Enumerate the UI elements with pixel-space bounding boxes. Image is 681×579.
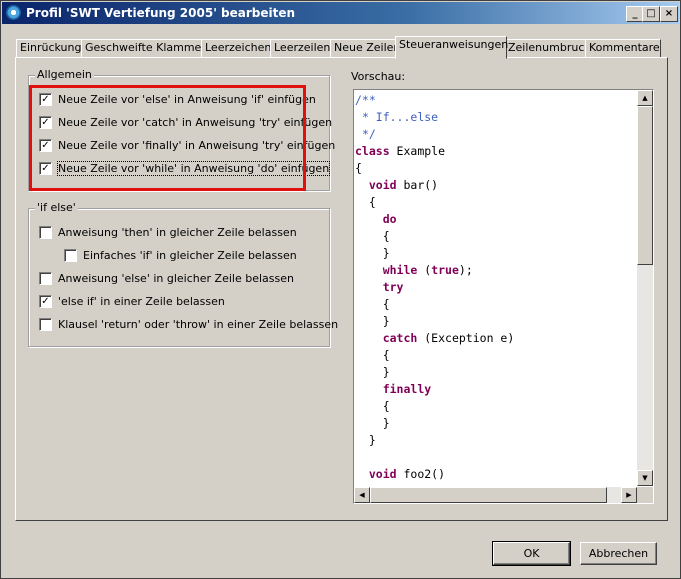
code-line: */: [355, 126, 514, 143]
window-title: Profil 'SWT Vertiefung 2005' bearbeiten: [26, 6, 296, 20]
title-bar[interactable]: Profil 'SWT Vertiefung 2005' bearbeiten …: [2, 2, 679, 24]
scroll-corner: [637, 487, 653, 503]
scroll-left-icon[interactable]: ◀: [354, 487, 370, 503]
code-token: void: [368, 467, 397, 481]
code-line: {: [355, 347, 514, 364]
code-token: do: [382, 212, 397, 226]
code-token: finally: [382, 382, 432, 396]
code-token: }: [382, 314, 390, 328]
code-line: }: [355, 415, 514, 432]
code-line: while (true);: [355, 262, 514, 279]
code-token: (Exception e): [417, 331, 515, 345]
code-token: {: [382, 229, 390, 243]
tab-leerzeilen[interactable]: Leerzeilen: [270, 39, 335, 58]
tab-neue-zeilen[interactable]: Neue Zeilen: [330, 39, 400, 58]
code-line: {: [355, 160, 514, 177]
preview-code: /** * If...else */class Example{ void ba…: [355, 92, 514, 483]
group-allgemein-label: Allgemein: [35, 68, 94, 81]
horizontal-scrollbar[interactable]: ◀ ▶: [354, 487, 637, 503]
code-token: try: [382, 280, 404, 294]
code-line: }: [355, 313, 514, 330]
code-token: (: [417, 263, 432, 277]
code-line: class Example: [355, 143, 514, 160]
code-line: catch (Exception e): [355, 330, 515, 347]
checkbox-checked-icon[interactable]: ✓: [39, 294, 52, 308]
code-token: foo2(): [396, 467, 446, 481]
tab-kommentare[interactable]: Kommentare: [585, 39, 661, 58]
code-line: /**: [355, 92, 514, 109]
code-token: Example: [389, 144, 446, 158]
preview-label: Vorschau:: [351, 70, 406, 83]
option-else-if-one-line[interactable]: ✓'else if' in einer Zeile belassen: [39, 294, 225, 310]
code-line: * If...else: [355, 109, 514, 126]
code-token: {: [382, 297, 390, 311]
preview-editor[interactable]: /** * If...else */class Example{ void ba…: [353, 89, 654, 504]
code-token: }: [368, 433, 376, 447]
code-line: {: [355, 398, 514, 415]
tab-zeilenumbruch[interactable]: Zeilenumbruch: [504, 39, 591, 58]
tab-steueranweisungen[interactable]: Steueranweisungen: [395, 36, 508, 59]
code-token: true: [431, 263, 459, 277]
option-else-same-line[interactable]: Anweisung 'else' in gleicher Zeile belas…: [39, 271, 294, 287]
code-line: {: [355, 194, 514, 211]
code-token: class: [355, 144, 390, 158]
code-line: try: [355, 279, 514, 296]
code-line: {: [355, 296, 514, 313]
code-line: do: [355, 211, 514, 228]
checkbox-unchecked-icon[interactable]: [64, 248, 77, 262]
code-token: }: [382, 365, 390, 379]
code-token: }: [382, 246, 390, 260]
code-token: bar(): [396, 178, 439, 192]
code-token: void: [368, 178, 397, 192]
tab-einrueckung[interactable]: Einrückung: [16, 39, 86, 58]
highlight-box: [29, 85, 306, 191]
code-token: {: [382, 399, 390, 413]
code-token: */: [361, 127, 376, 141]
checkbox-unchecked-icon[interactable]: [39, 271, 52, 285]
option-simple-if-same-line[interactable]: Einfaches 'if' in gleicher Zeile belasse…: [64, 248, 297, 264]
code-line: }: [355, 364, 514, 381]
code-token: {: [382, 348, 390, 362]
tab-geschweifte-klammern[interactable]: Geschweifte Klammern: [81, 39, 213, 58]
horizontal-scroll-thumb[interactable]: [370, 487, 607, 503]
code-token: * If...else: [361, 110, 439, 124]
eclipse-icon: [6, 5, 21, 20]
vertical-scroll-thumb[interactable]: [637, 106, 653, 265]
code-token: catch: [382, 331, 418, 345]
code-token: }: [382, 416, 390, 430]
dialog-window: Profil 'SWT Vertiefung 2005' bearbeiten …: [0, 0, 681, 579]
tab-leerzeichen[interactable]: Leerzeichen: [201, 39, 275, 58]
scroll-right-icon[interactable]: ▶: [621, 487, 637, 503]
ok-button[interactable]: OK: [492, 541, 571, 566]
scroll-down-icon[interactable]: ▼: [637, 470, 653, 486]
code-line: {: [355, 228, 514, 245]
code-line: void foo2(): [355, 466, 514, 483]
code-line: void bar(): [355, 177, 514, 194]
code-line: }: [355, 432, 514, 449]
scroll-up-icon[interactable]: ▲: [637, 90, 653, 106]
code-line: }: [355, 245, 514, 262]
checkbox-unchecked-icon[interactable]: [39, 317, 52, 331]
maximize-button[interactable]: □: [642, 6, 660, 22]
code-token: {: [368, 195, 376, 209]
vertical-scrollbar[interactable]: ▲ ▼: [637, 90, 653, 486]
code-token: /**: [355, 93, 376, 107]
code-token: while: [382, 263, 418, 277]
code-token: );: [458, 263, 473, 277]
code-line: finally: [355, 381, 514, 398]
code-token: {: [355, 161, 362, 175]
checkbox-unchecked-icon[interactable]: [39, 225, 52, 239]
option-return-throw-one-line[interactable]: Klausel 'return' oder 'throw' in einer Z…: [39, 317, 338, 333]
close-button[interactable]: ×: [660, 6, 678, 22]
group-if-else-label: 'if else': [35, 201, 78, 214]
option-then-same-line[interactable]: Anweisung 'then' in gleicher Zeile belas…: [39, 225, 297, 241]
cancel-button[interactable]: Abbrechen: [580, 542, 657, 565]
